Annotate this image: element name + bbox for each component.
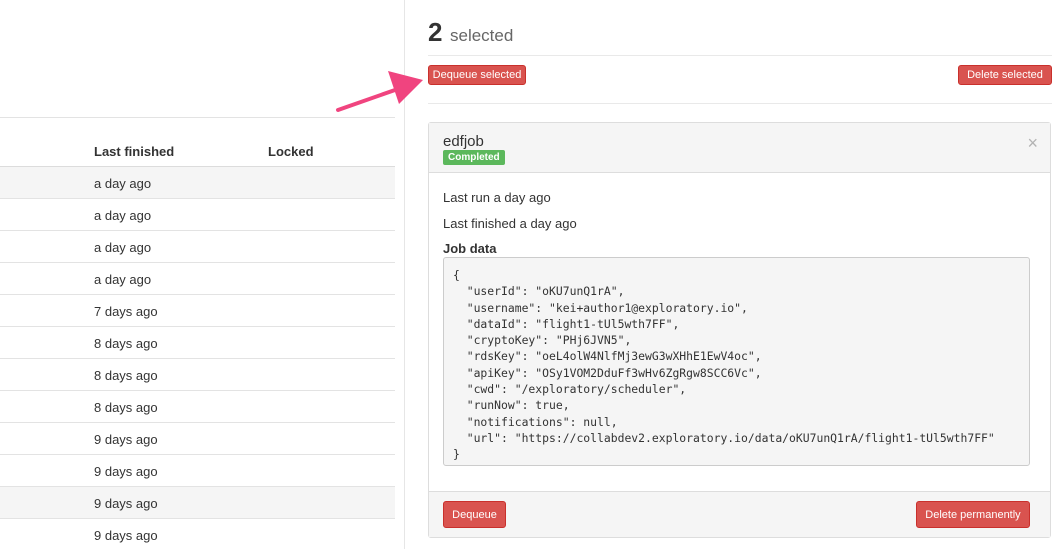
- table-row[interactable]: 9 days ago: [0, 455, 395, 487]
- last-finished-cell: a day ago: [94, 176, 152, 191]
- jobs-table: Last finished Locked a day ago a day ago a…: [0, 0, 395, 549]
- table-row[interactable]: 8 days ago: [0, 359, 395, 391]
- selected-count: 2: [428, 17, 443, 47]
- delete-permanently-button[interactable]: Delete permanently: [916, 501, 1030, 528]
- last-finished-cell: 9 days ago: [94, 464, 158, 479]
- column-header-last-finished[interactable]: Last finished: [94, 144, 174, 159]
- table-row[interactable]: 9 days ago: [0, 423, 395, 455]
- job-name: edfjob: [443, 133, 484, 150]
- last-finished-cell: 7 days ago: [94, 304, 158, 319]
- table-row[interactable]: 8 days ago: [0, 391, 395, 423]
- last-finished-cell: 9 days ago: [94, 528, 158, 543]
- dequeue-button[interactable]: Dequeue: [443, 501, 506, 528]
- last-finished-cell: a day ago: [94, 240, 152, 255]
- last-run-text: Last run a day ago: [443, 190, 551, 205]
- column-header-locked[interactable]: Locked: [268, 144, 314, 159]
- last-finished-cell: a day ago: [94, 272, 152, 287]
- job-data-label: Job data: [443, 241, 497, 256]
- last-finished-cell: 9 days ago: [94, 496, 158, 511]
- job-card-header: edfjob Completed ×: [429, 123, 1050, 173]
- selection-panel: 2 selected Dequeue selected Delete selec…: [405, 0, 1056, 549]
- last-finished-text: Last finished a day ago: [443, 216, 577, 231]
- last-finished-cell: 8 days ago: [94, 400, 158, 415]
- dequeue-selected-button[interactable]: Dequeue selected: [428, 65, 526, 85]
- job-data-code: { "userId": "oKU7unQ1rA", "username": "k…: [443, 257, 1030, 466]
- job-queue-screen: Last finished Locked a day ago a day ago a…: [0, 0, 1056, 549]
- table-row[interactable]: a day ago: [0, 263, 395, 295]
- job-card-footer: Dequeue Delete permanently: [429, 491, 1050, 537]
- last-finished-cell: a day ago: [94, 208, 152, 223]
- table-row[interactable]: 7 days ago: [0, 295, 395, 327]
- last-finished-cell: 9 days ago: [94, 432, 158, 447]
- status-badge: Completed: [443, 150, 505, 165]
- table-row[interactable]: 9 days ago: [0, 487, 395, 519]
- selected-label: selected: [450, 26, 514, 45]
- table-body: a day ago a day ago a day ago a day ago 7 da…: [0, 167, 395, 549]
- table-header: Last finished Locked: [0, 117, 395, 167]
- divider: [428, 55, 1052, 56]
- last-finished-cell: 8 days ago: [94, 368, 158, 383]
- divider: [428, 103, 1052, 104]
- last-finished-cell: 8 days ago: [94, 336, 158, 351]
- table-row[interactable]: a day ago: [0, 199, 395, 231]
- close-icon[interactable]: ×: [1027, 134, 1038, 152]
- table-row[interactable]: a day ago: [0, 167, 395, 199]
- job-card: edfjob Completed × Last run a day ago La…: [428, 122, 1051, 538]
- delete-selected-button[interactable]: Delete selected: [958, 65, 1052, 85]
- table-row[interactable]: 8 days ago: [0, 327, 395, 359]
- table-row[interactable]: 9 days ago: [0, 519, 395, 549]
- table-row[interactable]: a day ago: [0, 231, 395, 263]
